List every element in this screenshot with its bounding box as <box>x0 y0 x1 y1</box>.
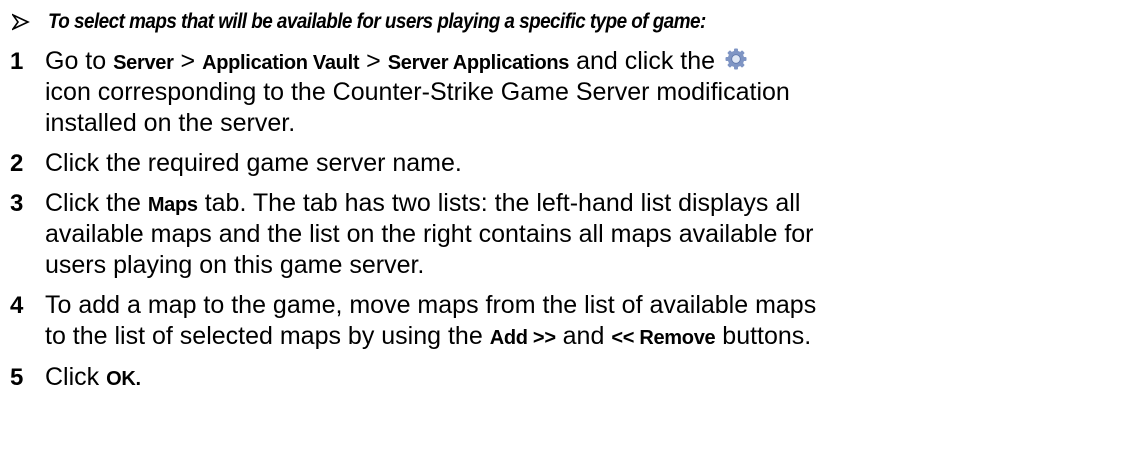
step-number: 1 <box>10 48 24 75</box>
step-text: to the list of selected maps by using th… <box>45 322 490 350</box>
gear-icon <box>724 47 748 71</box>
step-text: and <box>555 322 612 350</box>
step-line: available maps and the list on the right… <box>45 220 814 248</box>
arrow-bullet-icon <box>12 12 30 32</box>
step-number: 2 <box>10 150 24 177</box>
step-line: Click the Maps tab. The tab has two list… <box>45 188 1130 219</box>
path-separator: > <box>359 47 388 75</box>
heading-text: To select maps that will be available fo… <box>48 10 706 33</box>
step-body: Go to Server > Application Vault > Serve… <box>45 46 1130 139</box>
step-line: to the list of selected maps by using th… <box>45 321 1130 352</box>
ok-button-label: OK. <box>106 368 141 390</box>
step-body: Click the required game server name. <box>45 148 1130 179</box>
step-line: Click OK. <box>45 362 1130 393</box>
step-number: 4 <box>10 292 24 319</box>
step-line: Click the required game server name. <box>45 149 462 177</box>
step-text: Click the <box>45 189 148 217</box>
menu-server: Server <box>113 52 174 74</box>
step-line: Go to Server > Application Vault > Serve… <box>45 46 1130 77</box>
step-body: To add a map to the game, move maps from… <box>45 290 1130 352</box>
step-body: Click OK. <box>45 362 1130 393</box>
step-text: Go to <box>45 47 114 75</box>
document-page: To select maps that will be available fo… <box>0 0 1144 470</box>
step-line: installed on the server. <box>45 109 296 137</box>
add-button-label: Add >> <box>489 327 556 349</box>
step-text: Click <box>45 363 107 391</box>
menu-application-vault: Application Vault <box>202 52 360 74</box>
step-text: tab. The tab has two lists: the left-han… <box>197 189 801 217</box>
step-line: icon corresponding to the Counter-Strike… <box>45 78 790 106</box>
step-line: To add a map to the game, move maps from… <box>45 291 817 319</box>
step-text: and click the <box>569 47 722 75</box>
step-number: 5 <box>10 364 24 391</box>
step-number: 3 <box>10 190 24 217</box>
menu-server-applications: Server Applications <box>387 52 570 74</box>
step-text: buttons. <box>715 322 812 350</box>
tab-maps-label: Maps <box>147 194 198 216</box>
procedure-heading: To select maps that will be available fo… <box>12 7 779 37</box>
path-separator: > <box>173 47 203 75</box>
step-line: users playing on this game server. <box>45 251 425 279</box>
step-body: Click the Maps tab. The tab has two list… <box>45 188 1130 281</box>
remove-button-label: << Remove <box>611 327 716 349</box>
